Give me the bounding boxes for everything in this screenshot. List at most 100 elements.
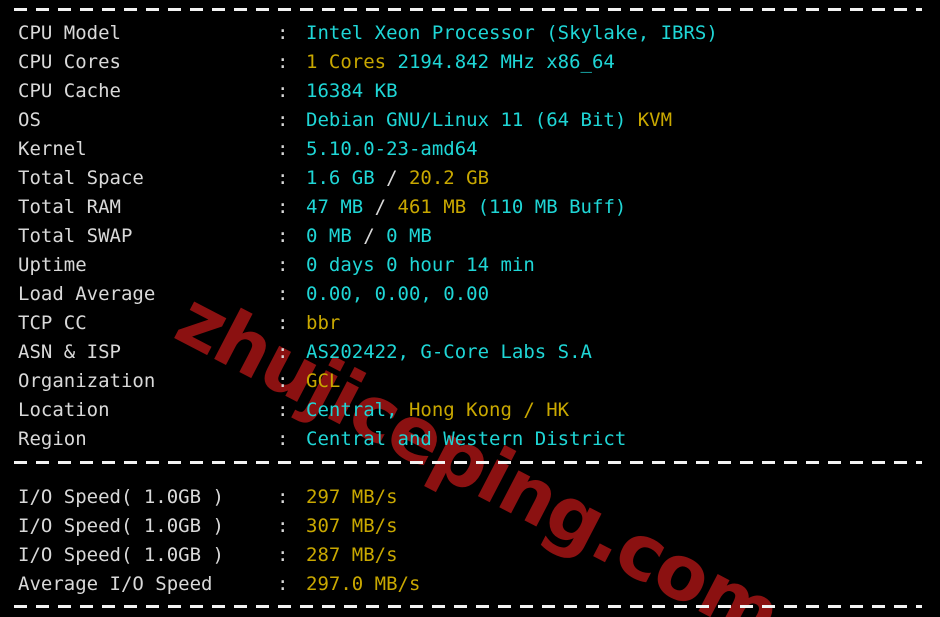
system-info-row: TCP CC: bbr <box>0 309 940 338</box>
system-info-row: Location: Central, Hong Kong / HK <box>0 396 940 425</box>
system-info-row: Load Average:0.00, 0.00, 0.00 <box>0 280 940 309</box>
system-info-row: ASN & ISP: AS202422, G-Core Labs S.A <box>0 338 940 367</box>
system-info-label: Organization <box>18 370 156 392</box>
system-info-label: OS <box>18 109 41 131</box>
system-info-value: 1 Cores 2194.842 MHz x86_64 <box>306 51 615 73</box>
system-info-label: CPU Model <box>18 22 121 44</box>
field-colon: : <box>277 283 289 305</box>
io-speed-label: I/O Speed( 1.0GB ) <box>18 515 224 537</box>
system-info-value: 1.6 GB / 20.2 GB <box>306 167 489 189</box>
system-info-value-segment: / <box>363 196 398 218</box>
io-speed-label: I/O Speed( 1.0GB ) <box>18 544 224 566</box>
field-colon: : <box>277 254 289 276</box>
system-info-label: Total Space <box>18 167 144 189</box>
system-info-value-segment: 1 Cores <box>306 51 387 73</box>
system-info-value: 0 days 0 hour 14 min <box>306 254 535 276</box>
system-info-value-segment: / <box>374 167 409 189</box>
io-speed-list: I/O Speed( 1.0GB ):297 MB/s I/O Speed( 1.… <box>0 483 940 599</box>
field-colon: : <box>277 138 289 160</box>
io-speed-value-segment: 297.0 MB/s <box>306 573 421 595</box>
system-info-row: Organization: GCL <box>0 367 940 396</box>
system-info-value-segment: 1.6 GB <box>306 167 375 189</box>
io-speed-row: I/O Speed( 1.0GB ):287 MB/s <box>0 541 940 570</box>
field-colon: : <box>277 573 289 595</box>
system-info-value-segment: 47 MB <box>306 196 364 218</box>
field-colon: : <box>277 196 289 218</box>
system-info-value-segment: 0 MB <box>306 225 352 247</box>
separator-middle <box>14 461 922 464</box>
system-info-value: 47 MB / 461 MB (110 MB Buff) <box>306 196 626 218</box>
system-info-list: CPU Model: Intel Xeon Processor (Skylake,… <box>0 19 940 454</box>
system-info-row: Total SWAP:0 MB / 0 MB <box>0 222 940 251</box>
system-info-value-segment: 20.2 GB <box>408 167 490 189</box>
system-info-value: Debian GNU/Linux 11 (64 Bit) KVM <box>306 109 672 131</box>
system-info-value-segment: 0.00, 0.00, 0.00 <box>306 283 490 305</box>
field-colon: : <box>277 312 289 334</box>
system-info-value: 16384 KB <box>306 80 398 102</box>
system-info-label: Load Average <box>18 283 156 305</box>
field-colon: : <box>277 399 289 421</box>
field-colon: : <box>277 225 289 247</box>
system-info-value: bbr <box>306 312 340 334</box>
system-info-row: Region: Central and Western District <box>0 425 940 454</box>
io-speed-label: Average I/O Speed <box>18 573 213 595</box>
system-info-value-segment: GCL <box>306 370 341 392</box>
system-info-value-segment: 0 days 0 hour 14 min <box>306 254 535 276</box>
system-info-value-segment: Central, <box>306 399 409 421</box>
system-info-value-segment: 0 MB <box>386 225 432 247</box>
io-speed-label: I/O Speed( 1.0GB ) <box>18 486 224 508</box>
system-info-value: Central and Western District <box>306 428 626 450</box>
separator-bottom <box>14 605 922 608</box>
system-info-value-segment: AS202422, G-Core Labs S.A <box>306 341 592 363</box>
system-info-value-segment: / <box>351 225 387 247</box>
io-speed-value-segment: 287 MB/s <box>306 544 398 566</box>
field-colon: : <box>277 428 289 450</box>
system-info-value-segment: Intel Xeon Processor (Skylake, IBRS) <box>306 22 718 44</box>
system-info-value: 0 MB / 0 MB <box>306 225 432 247</box>
system-info-value: 0.00, 0.00, 0.00 <box>306 283 489 305</box>
system-info-label: Region <box>18 428 87 450</box>
terminal-screen: zhujiceping.com CPU Model: Intel Xeon Pro… <box>0 0 940 617</box>
field-colon: : <box>277 51 289 73</box>
field-colon: : <box>277 109 289 131</box>
field-colon: : <box>277 341 289 363</box>
system-info-value-segment: 16384 KB <box>306 80 398 102</box>
field-colon: : <box>277 370 289 392</box>
system-info-label: Kernel <box>18 138 87 160</box>
system-info-label: Location <box>18 399 110 421</box>
io-speed-value-segment: 307 MB/s <box>306 515 398 537</box>
io-speed-value: 287 MB/s <box>306 544 398 566</box>
field-colon: : <box>277 80 289 102</box>
system-info-value-segment: Debian GNU/Linux 11 (64 Bit) <box>306 109 638 131</box>
field-colon: : <box>277 544 289 566</box>
field-colon: : <box>277 486 289 508</box>
system-info-value-segment: KVM <box>637 109 673 131</box>
system-info-row: Total RAM:47 MB / 461 MB (110 MB Buff) <box>0 193 940 222</box>
system-info-label: ASN & ISP <box>18 341 121 363</box>
system-info-value: GCL <box>306 370 340 392</box>
io-speed-value: 297.0 MB/s <box>306 573 420 595</box>
system-info-row: Kernel:5.10.0-23-amd64 <box>0 135 940 164</box>
system-info-row: Uptime:0 days 0 hour 14 min <box>0 251 940 280</box>
system-info-label: CPU Cores <box>18 51 121 73</box>
system-info-value-segment: (110 MB Buff) <box>466 196 627 218</box>
system-info-row: Total Space:1.6 GB / 20.2 GB <box>0 164 940 193</box>
system-info-value-segment: 461 MB <box>397 196 467 218</box>
system-info-label: TCP CC <box>18 312 87 334</box>
system-info-value-segment: Hong Kong / HK <box>408 399 570 421</box>
field-colon: : <box>277 515 289 537</box>
system-info-value: Central, Hong Kong / HK <box>306 399 569 421</box>
system-info-row: OS: Debian GNU/Linux 11 (64 Bit) KVM <box>0 106 940 135</box>
system-info-label: Total RAM <box>18 196 121 218</box>
system-info-row: CPU Model: Intel Xeon Processor (Skylake,… <box>0 19 940 48</box>
io-speed-row: Average I/O Speed:297.0 MB/s <box>0 570 940 599</box>
io-speed-value: 307 MB/s <box>306 515 398 537</box>
system-info-row: CPU Cores:1 Cores 2194.842 MHz x86_64 <box>0 48 940 77</box>
io-speed-value: 297 MB/s <box>306 486 398 508</box>
system-info-label: Uptime <box>18 254 87 276</box>
system-info-value-segment: 5.10.0-23-amd64 <box>306 138 478 160</box>
system-info-row: CPU Cache:16384 KB <box>0 77 940 106</box>
field-colon: : <box>277 22 289 44</box>
system-info-value-segment: Central and Western District <box>306 428 627 450</box>
system-info-value: 5.10.0-23-amd64 <box>306 138 478 160</box>
